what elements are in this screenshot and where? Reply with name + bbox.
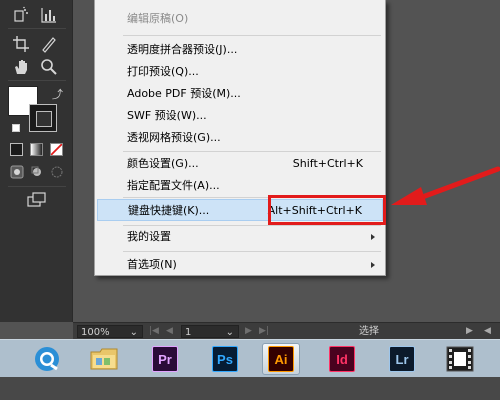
menu-item-swf-presets[interactable]: SWF 预设(W)...: [95, 105, 385, 127]
menu-item-label: SWF 预设(W)...: [127, 109, 207, 122]
photoshop-icon: Ps: [212, 346, 238, 372]
last-artboard-icon[interactable]: ▶|: [259, 325, 269, 338]
none-mode-icon[interactable]: [50, 143, 63, 156]
artboard-tool-icon[interactable]: [12, 35, 30, 53]
pointer-arrow-icon: [391, 166, 500, 205]
status-menu-arrow-icon[interactable]: ▶: [466, 325, 473, 338]
menu-item-perspective-grid-presets[interactable]: 透视网格预设(G)...: [95, 127, 385, 149]
gradient-mode-icon[interactable]: [30, 143, 43, 156]
taskbar-illustrator-button[interactable]: Ai: [262, 343, 300, 375]
default-fill-stroke-icon[interactable]: [12, 124, 20, 132]
next-artboard-icon[interactable]: ▶: [245, 325, 252, 338]
menu-item-adobe-pdf-presets[interactable]: Adobe PDF 预设(M)...: [95, 83, 385, 105]
swap-fill-stroke-icon[interactable]: ⤴: [52, 86, 63, 102]
menu-item-transparency-flattener-presets[interactable]: 透明度拼合器预设(J)...: [95, 39, 385, 61]
menu-item-color-settings[interactable]: 颜色设置(G)... Shift+Ctrl+K: [95, 153, 385, 175]
current-tool-name: 选择: [359, 326, 379, 337]
chevron-down-icon[interactable]: ⌄: [130, 326, 138, 339]
menu-item-label: 指定配置文件(A)...: [127, 179, 220, 192]
highlight-box: [268, 195, 386, 225]
folder-icon: [90, 348, 118, 370]
stroke-color-swatch[interactable]: [29, 104, 57, 132]
tool-separator: [8, 80, 66, 81]
status-bar: 100% ⌄ |◀ ◀ 1 ⌄ ▶ ▶| 选择 ▶ ◀: [73, 322, 500, 339]
menu-item-assign-profile[interactable]: 指定配置文件(A)...: [95, 175, 385, 197]
chevron-down-icon[interactable]: ⌄: [226, 326, 234, 339]
menu-item-label: 键盘快捷键(K)...: [128, 204, 210, 217]
indesign-icon: Id: [329, 346, 355, 372]
tool-separator: [8, 186, 66, 187]
taskbar-premiere-button[interactable]: Pr: [146, 343, 184, 375]
menu-item-label: 我的设置: [127, 230, 171, 243]
taskbar: Pr Ps Ai Id Lr: [0, 339, 500, 377]
submenu-arrow-icon: [371, 234, 375, 240]
hand-tool-icon[interactable]: [12, 58, 30, 76]
lightroom-icon: Lr: [389, 346, 415, 372]
draw-inside-icon[interactable]: [50, 165, 64, 179]
symbol-sprayer-tool-icon[interactable]: [12, 6, 30, 24]
draw-normal-icon[interactable]: [10, 165, 24, 179]
menu-item-label: 透明度拼合器预设(J)...: [127, 43, 238, 56]
edit-menu-dropdown: 编辑原稿(O) 透明度拼合器预设(J)... 打印预设(Q)... Adobe …: [94, 0, 386, 276]
menu-item-print-presets[interactable]: 打印预设(Q)...: [95, 61, 385, 83]
color-mode-icon[interactable]: [10, 143, 23, 156]
menu-item-label: 编辑原稿(O): [127, 12, 189, 25]
taskbar-file-explorer-button[interactable]: [85, 343, 123, 375]
menu-item-label: Adobe PDF 预设(M)...: [127, 87, 241, 100]
menu-item-label: 颜色设置(G)...: [127, 157, 199, 170]
submenu-arrow-icon: [371, 262, 375, 268]
menu-item-label: 首选项(N): [127, 258, 177, 271]
slice-tool-icon[interactable]: [40, 35, 58, 53]
taskbar-indesign-button[interactable]: Id: [323, 343, 361, 375]
menu-item-preferences[interactable]: 首选项(N): [95, 254, 385, 276]
taskbar-lightroom-button[interactable]: Lr: [383, 343, 421, 375]
screen-mode-icon[interactable]: [27, 192, 47, 208]
draw-behind-icon[interactable]: [30, 165, 44, 179]
first-artboard-icon[interactable]: |◀: [149, 325, 159, 338]
illustrator-icon: Ai: [268, 346, 294, 372]
tool-separator: [8, 28, 66, 29]
zoom-value: 100%: [81, 327, 110, 338]
menu-item-label: 透视网格预设(G)...: [127, 131, 221, 144]
column-graph-tool-icon[interactable]: [40, 6, 58, 24]
scroll-left-icon[interactable]: ◀: [484, 325, 491, 338]
menu-item-shortcut: Shift+Ctrl+K: [292, 157, 363, 170]
taskbar-photoshop-button[interactable]: Ps: [206, 343, 244, 375]
zoom-tool-icon[interactable]: [40, 58, 58, 76]
film-strip-icon: [446, 346, 474, 372]
artboard-number-field[interactable]: 1 ⌄: [181, 325, 239, 338]
menu-item-my-settings[interactable]: 我的设置: [95, 226, 385, 248]
previous-artboard-icon[interactable]: ◀: [166, 325, 173, 338]
menu-item-label: 打印预设(Q)...: [127, 65, 199, 78]
premiere-icon: Pr: [152, 346, 178, 372]
menu-separator: [123, 251, 381, 252]
browser-icon: [35, 347, 59, 371]
menu-separator: [123, 151, 381, 152]
artboard-number: 1: [185, 327, 192, 338]
bottom-strip: [0, 377, 500, 400]
taskbar-video-button[interactable]: [441, 343, 479, 375]
menu-separator: [123, 35, 381, 36]
tools-panel: ⤴: [0, 0, 73, 322]
zoom-field[interactable]: 100% ⌄: [77, 325, 143, 338]
menu-item-edit-original: 编辑原稿(O): [95, 8, 385, 30]
taskbar-browser-button[interactable]: [28, 343, 66, 375]
